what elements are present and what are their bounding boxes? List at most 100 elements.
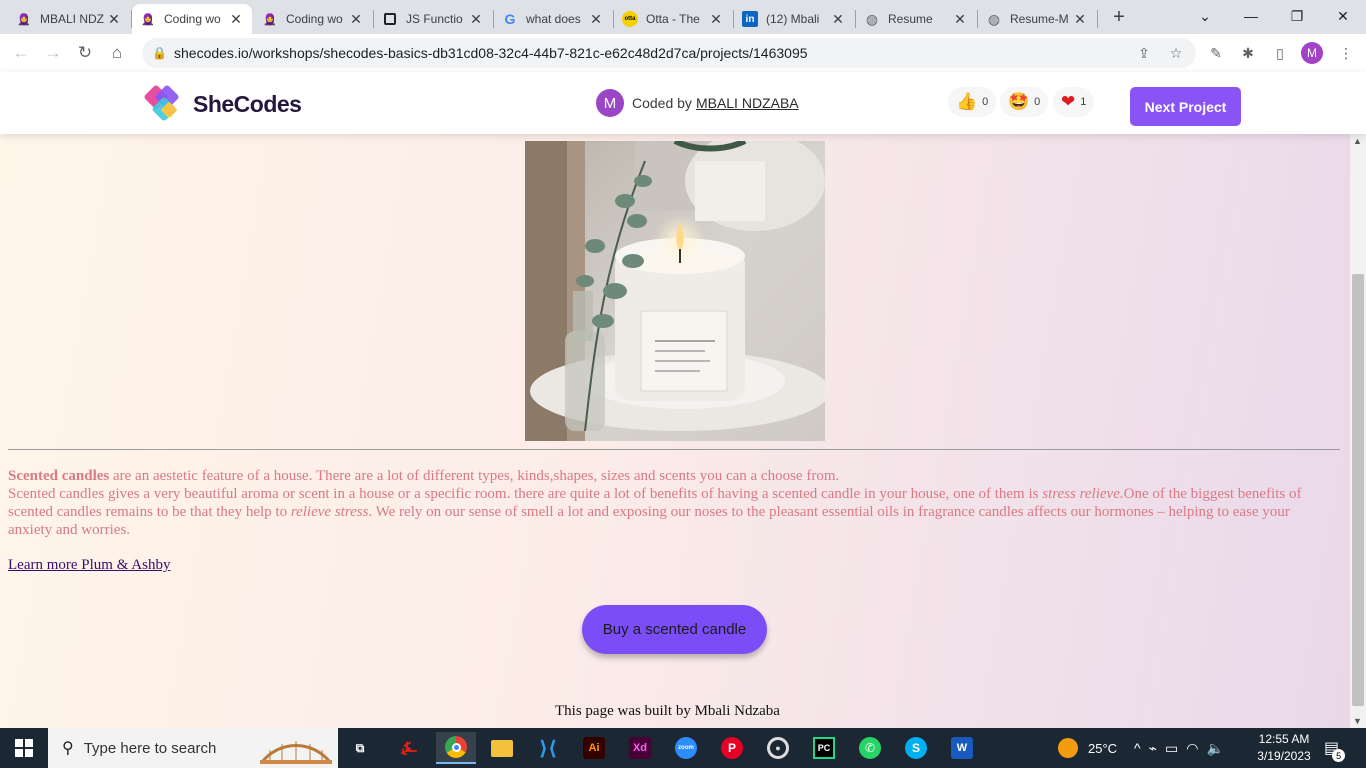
tab-search-button[interactable]: ⌄	[1182, 0, 1228, 32]
learn-more-link[interactable]: Learn more Plum & Ashby	[8, 557, 170, 574]
back-button[interactable]: ←	[9, 41, 33, 65]
eyedropper-icon[interactable]: ✎	[1206, 43, 1226, 63]
minimize-icon: —	[1244, 8, 1258, 24]
illustrator-icon[interactable]: Ai	[578, 732, 610, 764]
acrobat-icon[interactable]: ⍼	[393, 732, 425, 764]
bookmark-star-icon[interactable]: ☆	[1166, 43, 1186, 63]
divider	[8, 449, 1340, 450]
tab-resume-m[interactable]: ◍ Resume-M ✕	[978, 4, 1096, 34]
article-italic-1: stress relieve.	[1042, 486, 1124, 502]
whatsapp-icon[interactable]: ✆	[854, 732, 886, 764]
sun-icon	[1058, 738, 1078, 758]
coded-by-label: Coded by	[632, 95, 692, 111]
battery-icon: ▭	[1165, 739, 1187, 756]
address-bar[interactable]: 🔒 shecodes.io/workshops/shecodes-basics-…	[142, 38, 1196, 68]
arrow-right-icon: →	[44, 43, 62, 62]
home-button[interactable]: ⌂	[105, 41, 129, 65]
scroll-down-icon[interactable]: ▼	[1353, 716, 1362, 726]
page-icon	[382, 11, 398, 27]
otta-icon: otta	[622, 11, 638, 27]
tab-coding-workshop[interactable]: 🧕 Coding wo ✕	[254, 4, 372, 34]
menu-icon[interactable]: ⋮	[1336, 43, 1356, 63]
tab-otta[interactable]: otta Otta - The ✕	[614, 4, 732, 34]
scrollbar-thumb[interactable]	[1352, 274, 1364, 706]
task-view-icon[interactable]: ⧉	[344, 732, 376, 764]
network-icon: ⌁	[1148, 739, 1166, 756]
share-icon[interactable]: ⇪	[1134, 43, 1154, 63]
coded-by: M Coded by MBALI NDZABA	[596, 89, 799, 117]
tab-google-search[interactable]: G what does ✕	[494, 4, 612, 34]
reload-button[interactable]: ↻	[73, 41, 97, 65]
article-bold-lead: Scented candles	[8, 468, 110, 484]
star-struck-icon: 🤩	[1008, 92, 1030, 111]
side-panel-icon[interactable]: ▯	[1270, 43, 1290, 63]
notification-icon: ▤ 5	[1324, 738, 1346, 762]
google-icon: G	[504, 11, 516, 27]
file-explorer-icon[interactable]	[486, 732, 518, 764]
page-scrollbar[interactable]: ▲ ▼	[1350, 134, 1366, 728]
close-window-button[interactable]: ✕	[1320, 0, 1366, 32]
word-icon[interactable]: W	[946, 732, 978, 764]
clock-time: 12:55 AM	[1258, 732, 1310, 746]
notification-center[interactable]: ▤ 5	[1324, 728, 1346, 768]
pinterest-icon[interactable]: P	[716, 732, 748, 764]
article-italic-2: relieve stress	[290, 504, 369, 520]
media-player-icon[interactable]: ●	[762, 732, 794, 764]
reaction-count: 0	[1034, 96, 1041, 108]
next-project-button[interactable]: Next Project	[1130, 87, 1241, 126]
buy-candle-button[interactable]: Buy a scented candle	[582, 605, 767, 654]
close-icon[interactable]: ✕	[952, 11, 968, 27]
close-icon[interactable]: ✕	[348, 11, 364, 27]
globe-icon: ◍	[987, 10, 1001, 27]
zoom-icon[interactable]: zoom	[670, 732, 702, 764]
new-tab-button[interactable]: +	[1108, 6, 1130, 28]
tab-js-functions[interactable]: JS Functio ✕	[374, 4, 492, 34]
volume-icon: 🔈	[1206, 739, 1232, 756]
restore-icon: ❐	[1290, 7, 1304, 24]
clock-date: 3/19/2023	[1257, 749, 1311, 763]
system-tray[interactable]: ^ ⌁ ▭ ◠ 🔈	[1134, 728, 1232, 768]
reaction-thumbs-up[interactable]: 👍 0	[948, 87, 997, 117]
browser-tab-strip: 🧕 MBALI NDZ ✕ 🧕 Coding wo ✕ 🧕 Coding wo …	[0, 0, 1366, 34]
page-viewport: Scented candles are an aestetic feature …	[0, 134, 1350, 728]
chrome-icon[interactable]	[436, 732, 476, 764]
taskbar-search[interactable]: ⚲ Type here to search	[48, 728, 338, 768]
weather-temp: 25°C	[1088, 740, 1118, 756]
arrow-left-icon: ←	[12, 43, 30, 62]
weather-widget[interactable]: 25°C	[1058, 728, 1117, 768]
close-icon[interactable]: ✕	[588, 11, 604, 27]
close-icon[interactable]: ✕	[1072, 11, 1088, 27]
forward-button[interactable]: →	[41, 41, 65, 65]
scroll-up-icon[interactable]: ▲	[1353, 136, 1362, 146]
taskbar-clock[interactable]: 12:55 AM 3/19/2023	[1256, 731, 1312, 765]
close-icon[interactable]: ✕	[830, 11, 846, 27]
close-icon[interactable]: ✕	[468, 11, 484, 27]
search-highlight-icon	[260, 741, 332, 764]
chevron-up-icon: ^	[1134, 740, 1149, 756]
xd-icon[interactable]: Xd	[624, 732, 656, 764]
minimize-button[interactable]: —	[1228, 0, 1274, 32]
start-button[interactable]	[0, 728, 48, 768]
tab-mbali[interactable]: 🧕 MBALI NDZ ✕	[8, 4, 130, 34]
restore-button[interactable]: ❐	[1274, 0, 1320, 32]
reaction-heart[interactable]: ❤ 1	[1053, 87, 1095, 117]
close-icon[interactable]: ✕	[228, 11, 244, 27]
tab-linkedin[interactable]: in (12) Mbali ✕	[734, 4, 854, 34]
skype-icon[interactable]: S	[900, 732, 932, 764]
vscode-icon[interactable]: ⟩⟨	[532, 732, 564, 764]
reaction-star-struck[interactable]: 🤩 0	[1000, 87, 1049, 117]
tab-resume[interactable]: ◍ Resume ✕	[856, 4, 976, 34]
url-text: shecodes.io/workshops/shecodes-basics-db…	[174, 45, 808, 61]
tab-coding-workshop-active[interactable]: 🧕 Coding wo ✕	[132, 4, 252, 34]
close-icon[interactable]: ✕	[708, 11, 724, 27]
close-icon[interactable]: ✕	[106, 11, 122, 27]
author-avatar: M	[596, 89, 624, 117]
extensions-icon[interactable]: ✱	[1238, 43, 1258, 63]
windows-icon	[15, 739, 33, 757]
pycharm-icon[interactable]: PC	[808, 732, 840, 764]
profile-avatar[interactable]: M	[1301, 42, 1323, 64]
author-link[interactable]: MBALI NDZABA	[696, 95, 799, 111]
shecodes-logo[interactable]: SheCodes	[143, 82, 302, 126]
page-footer: This page was built by Mbali Ndzaba	[555, 703, 780, 719]
lock-icon: 🔒	[152, 46, 167, 60]
